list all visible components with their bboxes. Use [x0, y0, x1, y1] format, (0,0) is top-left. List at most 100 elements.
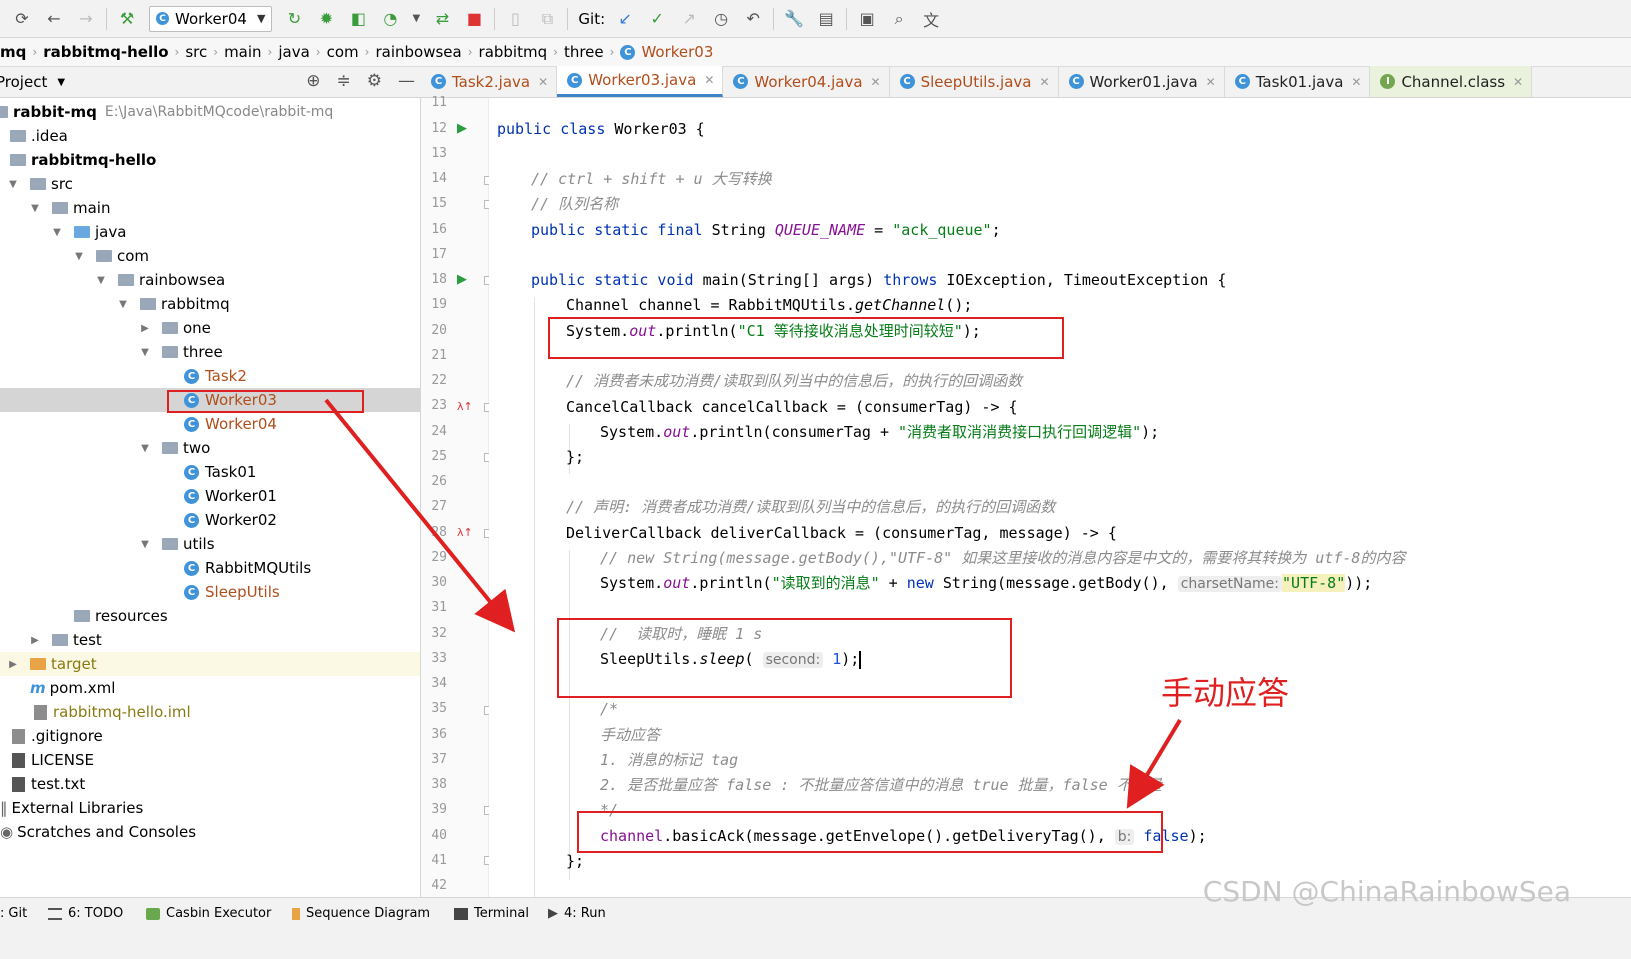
breadcrumb-item[interactable]: main	[220, 43, 265, 61]
stop-icon[interactable]: ■	[463, 8, 485, 30]
status-casbin[interactable]: Casbin Executor	[146, 906, 271, 921]
close-icon[interactable]: ✕	[1351, 75, 1361, 89]
chevron-right-icon[interactable]: ▶	[6, 659, 20, 670]
forward-icon[interactable]: →	[75, 8, 97, 30]
breadcrumb-item[interactable]: rabbitmq-hello	[39, 43, 172, 61]
close-icon[interactable]: ✕	[1039, 75, 1049, 89]
tab-sleeputils[interactable]: C SleepUtils.java ✕	[890, 66, 1059, 97]
breadcrumb-item[interactable]: java	[274, 43, 313, 61]
tab-worker01[interactable]: C Worker01.java ✕	[1059, 66, 1225, 97]
project-structure-icon[interactable]: ▤	[815, 8, 837, 30]
status-todo[interactable]: 6: TODO	[48, 906, 123, 921]
close-icon[interactable]: ✕	[538, 75, 548, 89]
gear-icon[interactable]: ⚙	[367, 71, 382, 91]
run-config-select[interactable]: C Worker04 ▼	[149, 5, 273, 32]
tree-item[interactable]: rabbitmq-hello	[0, 148, 420, 172]
run-gutter-icon[interactable]: ▶	[457, 121, 467, 136]
tab-worker03[interactable]: C Worker03.java ✕	[557, 66, 724, 97]
tree-item[interactable]: m pom.xml	[0, 676, 420, 700]
terminal-window-icon[interactable]: ▣	[856, 8, 878, 30]
sync-icon[interactable]: ⟳	[11, 8, 33, 30]
tree-item[interactable]: ▶ one	[0, 316, 420, 340]
breadcrumb-item[interactable]: src	[181, 43, 211, 61]
tree-item[interactable]: ‖ External Libraries	[0, 796, 420, 820]
git-commit-icon[interactable]: ✓	[646, 8, 668, 30]
status-terminal[interactable]: Terminal	[454, 906, 529, 921]
chevron-right-icon[interactable]: ▶	[28, 635, 42, 646]
breadcrumb-item[interactable]: mq	[0, 43, 30, 61]
breadcrumb-item[interactable]: rainbowsea	[371, 43, 465, 61]
tree-item[interactable]: ▶ target	[0, 652, 420, 676]
tab-worker04[interactable]: C Worker04.java ✕	[723, 66, 890, 97]
chevron-down-icon[interactable]: ▼	[138, 347, 152, 358]
tree-item[interactable]: C Worker01	[0, 484, 420, 508]
back-icon[interactable]: ←	[43, 8, 65, 30]
tree-item[interactable]: ▼ rainbowsea	[0, 268, 420, 292]
code-editor[interactable]: public class Worker03 { // ctrl + shift …	[489, 98, 1631, 897]
tree-item[interactable]: .gitignore	[0, 724, 420, 748]
tree-item[interactable]: ▶ test	[0, 628, 420, 652]
status-run[interactable]: ▶ 4: Run	[548, 906, 606, 921]
collapse-all-icon[interactable]: ≑	[337, 71, 351, 91]
status-sequence-diagram[interactable]: Sequence Diagram	[292, 906, 430, 921]
translate-icon[interactable]: 文	[920, 8, 942, 30]
locate-icon[interactable]: ⊕	[306, 71, 320, 91]
tree-item[interactable]: resources	[0, 604, 420, 628]
history-icon[interactable]: ◷	[710, 8, 732, 30]
breadcrumb-item[interactable]: com	[323, 43, 363, 61]
chevron-down-icon[interactable]: ▼	[138, 443, 152, 454]
chevron-down-icon[interactable]: ▼	[138, 539, 152, 550]
tree-item[interactable]: C Task2	[0, 364, 420, 388]
tree-item[interactable]: ▼ utils	[0, 532, 420, 556]
chevron-down-icon[interactable]: ▼	[28, 203, 42, 214]
tree-item[interactable]: C Worker04	[0, 412, 420, 436]
tree-item[interactable]: C Worker02	[0, 508, 420, 532]
chevron-down-icon[interactable]: ▼	[411, 8, 421, 30]
rollback-icon[interactable]: ↶	[742, 8, 764, 30]
attach-icon[interactable]: ⇄	[431, 8, 453, 30]
coverage-icon[interactable]: ◧	[347, 8, 369, 30]
tree-item[interactable]: rabbitmq-hello.iml	[0, 700, 420, 724]
chevron-down-icon[interactable]: ▼	[50, 227, 64, 238]
rerun-icon[interactable]: ↻	[283, 8, 305, 30]
tree-item[interactable]: LICENSE	[0, 748, 420, 772]
status-git[interactable]: : Git	[0, 906, 27, 921]
debug-icon[interactable]: ✹	[315, 8, 337, 30]
project-panel-title[interactable]: Project	[0, 73, 47, 91]
chevron-down-icon[interactable]: ▼	[57, 77, 65, 88]
tree-item[interactable]: test.txt	[0, 772, 420, 796]
tree-item[interactable]: ▼ java	[0, 220, 420, 244]
close-icon[interactable]: ✕	[1513, 75, 1523, 89]
chevron-down-icon[interactable]: ▼	[116, 299, 130, 310]
tree-item[interactable]: ▼ main	[0, 196, 420, 220]
tab-channel-class[interactable]: I Channel.class ✕	[1370, 66, 1533, 97]
close-icon[interactable]: ✕	[1206, 75, 1216, 89]
close-icon[interactable]: ✕	[871, 75, 881, 89]
minimize-icon[interactable]: —	[398, 71, 415, 91]
git-update-icon[interactable]: ↙	[614, 8, 636, 30]
chevron-down-icon[interactable]: ▼	[72, 251, 86, 262]
tree-item[interactable]: .idea	[0, 124, 420, 148]
wrench-icon[interactable]: 🔧	[783, 8, 805, 30]
git-push-icon[interactable]: ↗	[678, 8, 700, 30]
chevron-down-icon[interactable]: ▼	[6, 179, 20, 190]
tab-task01[interactable]: C Task01.java ✕	[1225, 66, 1371, 97]
breadcrumb-item[interactable]: rabbitmq	[475, 43, 552, 61]
search-icon[interactable]: ⌕	[888, 8, 910, 30]
tree-item[interactable]: C RabbitMQUtils	[0, 556, 420, 580]
close-icon[interactable]: ✕	[704, 73, 714, 87]
breadcrumb-item[interactable]: Worker03	[641, 43, 717, 61]
tree-item[interactable]: ▼ rabbitmq	[0, 292, 420, 316]
tree-item[interactable]: ▼ src	[0, 172, 420, 196]
run-gutter-icon[interactable]: ▶	[457, 272, 467, 287]
tree-item[interactable]: ▼ two	[0, 436, 420, 460]
tab-task2[interactable]: C Task2.java ✕	[421, 66, 558, 97]
tree-item[interactable]: ▼ com	[0, 244, 420, 268]
device-icon[interactable]: ▯	[504, 8, 526, 30]
profile-icon[interactable]: ◔	[379, 8, 401, 30]
tree-item[interactable]: ◉ Scratches and Consoles	[0, 820, 420, 844]
sdk-icon[interactable]: ⧉	[536, 8, 558, 30]
breadcrumb-item[interactable]: three	[560, 43, 608, 61]
build-hammer-icon[interactable]: ⚒	[116, 8, 138, 30]
lambda-gutter-icon[interactable]: λ↑	[457, 400, 473, 413]
